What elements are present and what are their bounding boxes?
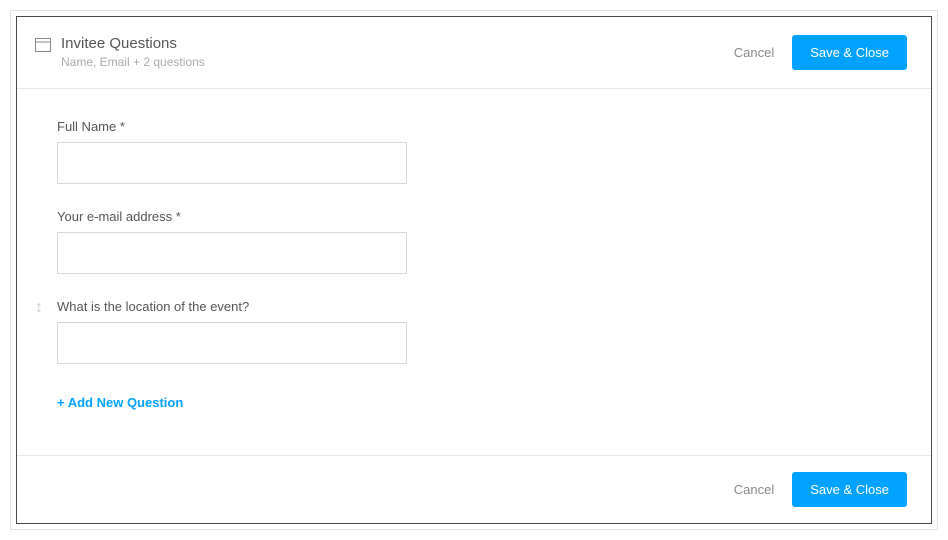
cancel-button-bottom[interactable]: Cancel bbox=[734, 482, 774, 497]
modal-footer: Cancel Save & Close bbox=[17, 455, 931, 523]
header-texts: Invitee Questions Name, Email + 2 questi… bbox=[61, 35, 205, 69]
modal-panel: Invitee Questions Name, Email + 2 questi… bbox=[16, 16, 932, 524]
field-label-full-name: Full Name * bbox=[57, 119, 913, 134]
drag-handle-icon[interactable]: ↕ bbox=[35, 299, 43, 317]
header-left: Invitee Questions Name, Email + 2 questi… bbox=[35, 35, 205, 69]
question-row-location: ↕ What is the location of the event? bbox=[57, 299, 913, 364]
modal-outer: Invitee Questions Name, Email + 2 questi… bbox=[10, 10, 938, 530]
field-label-location: What is the location of the event? bbox=[57, 299, 913, 314]
header-title: Invitee Questions bbox=[61, 35, 205, 52]
save-close-button-top[interactable]: Save & Close bbox=[792, 35, 907, 70]
field-label-email: Your e-mail address * bbox=[57, 209, 913, 224]
question-row-full-name: Full Name * bbox=[57, 119, 913, 184]
header-actions: Cancel Save & Close bbox=[734, 35, 907, 70]
modal-header: Invitee Questions Name, Email + 2 questi… bbox=[17, 17, 931, 89]
location-input[interactable] bbox=[57, 322, 407, 364]
form-body: Full Name * Your e-mail address * ↕ What… bbox=[17, 89, 931, 455]
email-input[interactable] bbox=[57, 232, 407, 274]
header-subtitle: Name, Email + 2 questions bbox=[61, 55, 205, 69]
cancel-button-top[interactable]: Cancel bbox=[734, 45, 774, 60]
add-question-link[interactable]: + Add New Question bbox=[57, 395, 183, 410]
save-close-button-bottom[interactable]: Save & Close bbox=[792, 472, 907, 507]
full-name-input[interactable] bbox=[57, 142, 407, 184]
question-row-email: Your e-mail address * bbox=[57, 209, 913, 274]
form-icon bbox=[35, 38, 51, 52]
